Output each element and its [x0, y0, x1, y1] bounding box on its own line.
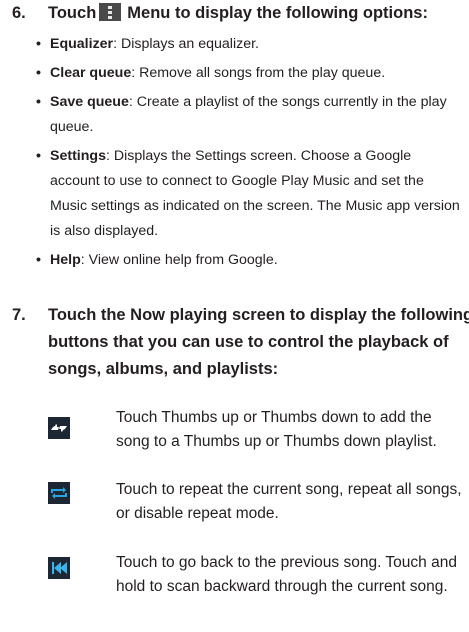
option-term: Clear queue [50, 65, 132, 81]
option-term: Equalizer [50, 36, 114, 52]
previous-button-row: Touch to go back to the previous song. T… [48, 551, 462, 629]
option-settings: Settings: Displays the Settings screen. … [36, 144, 462, 244]
option-equalizer: Equalizer: Displays an equalizer. [36, 32, 462, 57]
repeat-button-row: Touch to repeat the current song, repeat… [48, 478, 462, 534]
step-text: Touch Menu to display the following optio… [48, 0, 469, 27]
step-number: 6. [12, 4, 26, 22]
thumbs-button-desc: Touch Thumbs up or Thumbs down to add th… [116, 409, 437, 450]
step-tail: to display the following options: [174, 4, 428, 22]
option-term: Save queue [50, 94, 129, 110]
option-clear-queue: Clear queue: Remove all songs from the p… [36, 61, 462, 86]
menu-icon [99, 3, 122, 21]
option-term: Settings [50, 148, 106, 164]
thumbs-button-row: Touch Thumbs up or Thumbs down to add th… [48, 406, 462, 462]
option-desc: : Displays the Settings screen. Choose a… [50, 148, 460, 239]
option-save-queue: Save queue: Create a playlist of the son… [36, 90, 462, 140]
step-text: Touch the Now playing screen to display … [48, 306, 469, 378]
menu-label: Menu [127, 4, 171, 22]
step-7: 7. Touch the Now playing screen to displ… [12, 302, 469, 394]
step-number: 7. [12, 306, 26, 324]
step-lead: Touch [48, 4, 97, 22]
menu-options-list: Equalizer: Displays an equalizer. Clear … [36, 32, 462, 277]
option-desc: : Displays an equalizer. [113, 36, 259, 52]
option-desc: : View online help from Google. [80, 252, 278, 268]
manual-page: 6. Touch Menu to display the following op… [0, 0, 469, 632]
option-desc: : Remove all songs from the play queue. [131, 65, 386, 81]
previous-button-desc: Touch to go back to the previous song. T… [116, 554, 457, 595]
repeat-button-desc: Touch to repeat the current song, repeat… [116, 481, 462, 522]
option-help: Help: View online help from Google. [36, 248, 462, 273]
option-term: Help [50, 252, 81, 268]
previous-track-icon [48, 557, 70, 579]
repeat-icon [48, 482, 70, 504]
step-6: 6. Touch Menu to display the following op… [12, 0, 469, 30]
thumbs-up-down-icon [48, 417, 70, 439]
